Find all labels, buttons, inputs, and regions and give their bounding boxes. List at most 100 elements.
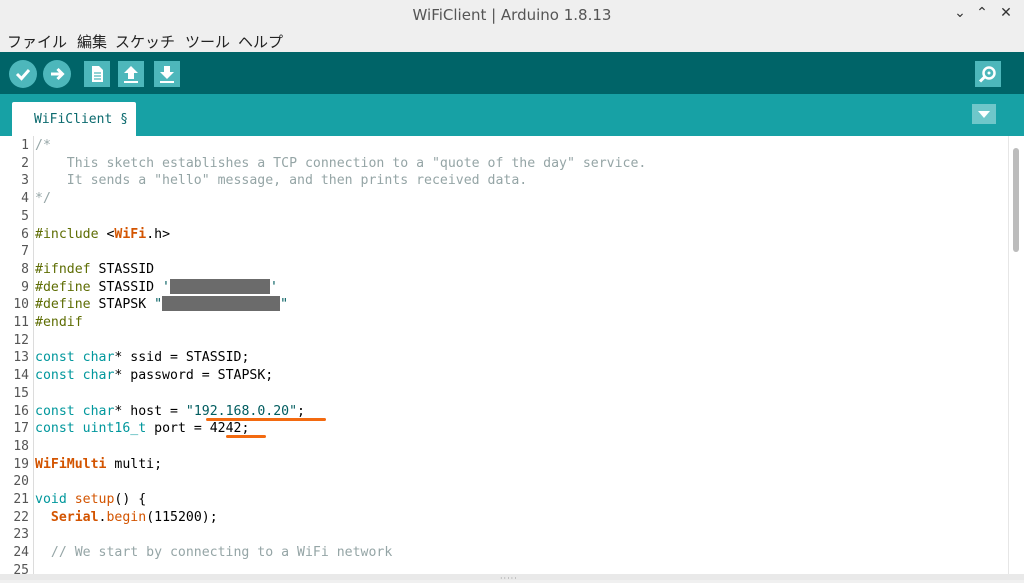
- code-token: uint16_t: [82, 421, 147, 437]
- code-token: setup: [74, 492, 115, 507]
- code-token: begin: [106, 509, 147, 525]
- window-title: WiFiClient | Arduino 1.8.13: [412, 6, 612, 24]
- code-token: WiFiMulti: [35, 456, 107, 472]
- code-token: ;: [297, 403, 305, 419]
- code-line: Serial.begin(115200);: [35, 509, 218, 527]
- code-token: port = 4242;: [146, 421, 250, 437]
- line-number: 15: [13, 385, 29, 401]
- verify-button[interactable]: [9, 60, 37, 88]
- verify-icon: [15, 69, 31, 81]
- save-button[interactable]: [154, 61, 180, 87]
- code-line: const char* ssid = STASSID;: [35, 349, 249, 367]
- line-number-gutter: 1 2 3 4 5 6 7 8 9 10 11 12 13 14 15 16 17 18 19 20 21 22 23 24 2…: [0, 136, 34, 574]
- resize-grip-icon[interactable]: ·····: [500, 574, 518, 583]
- line-number: 22: [13, 509, 29, 525]
- open-button[interactable]: [118, 61, 144, 87]
- code-token: ': [162, 279, 170, 295]
- line-number: 17: [13, 421, 29, 437]
- menu-bar: ファイル 編集 スケッチ ツール ヘルプ: [0, 30, 1024, 52]
- line-number: 23: [13, 527, 29, 543]
- line-number: 7: [21, 244, 29, 260]
- code-token: WiFi: [114, 226, 147, 242]
- title-bar: WiFiClient | Arduino 1.8.13 ⌄ ⌃ ✕: [0, 0, 1024, 30]
- line-number: 13: [13, 350, 29, 366]
- code-token: /*: [35, 138, 51, 153]
- new-sketch-button[interactable]: [84, 61, 110, 87]
- menu-sketch[interactable]: スケッチ: [115, 31, 175, 52]
- code-token: multi;: [106, 456, 163, 472]
- code-token: () {: [114, 492, 147, 507]
- code-line: #define STAPSK " ": [35, 296, 288, 314]
- vertical-scrollbar[interactable]: [1008, 136, 1024, 574]
- code-token: STASSID: [90, 279, 163, 295]
- minimize-button[interactable]: ⌄: [950, 5, 970, 21]
- line-number: 3: [21, 173, 29, 189]
- menu-help[interactable]: ヘルプ: [238, 31, 283, 52]
- code-token: * password = STAPSK;: [114, 368, 274, 384]
- code-token: #ifndef: [35, 261, 91, 277]
- status-bar: ·····: [0, 574, 1024, 583]
- code-token: ': [270, 279, 278, 295]
- code-line: WiFiMulti multi;: [35, 456, 162, 474]
- code-line: const char* password = STAPSK;: [35, 367, 273, 385]
- tab-wificlient[interactable]: WiFiClient §: [12, 102, 136, 136]
- code-token: #define: [35, 279, 91, 295]
- line-number: 19: [13, 456, 29, 472]
- code-editor[interactable]: 1 2 3 4 5 6 7 8 9 10 11 12 13 14 15 16 17 18 19 20 21 22 23 24 2…: [0, 136, 1008, 574]
- maximize-button[interactable]: ⌃: [972, 5, 992, 21]
- line-number: 9: [21, 279, 29, 295]
- code-line: const uint16_t port = 4242;: [35, 420, 249, 438]
- save-icon: [160, 66, 174, 83]
- menu-edit[interactable]: 編集: [77, 31, 107, 52]
- tab-bar: WiFiClient §: [0, 94, 1024, 136]
- code-token: * host =: [114, 403, 186, 419]
- line-number: 6: [21, 226, 29, 242]
- code-token: "192.168.0.20": [185, 403, 298, 419]
- close-button[interactable]: ✕: [996, 5, 1016, 21]
- line-number: 12: [13, 332, 29, 348]
- serial-monitor-icon: [978, 66, 996, 83]
- code-token: const: [35, 403, 75, 419]
- line-number: 14: [13, 368, 29, 384]
- code-line: #ifndef STASSID: [35, 261, 154, 279]
- code-token: #endif: [35, 315, 83, 330]
- host-highlight-underline: [206, 417, 326, 421]
- line-number: 4: [21, 191, 29, 207]
- menu-file[interactable]: ファイル: [7, 31, 67, 52]
- serial-monitor-button[interactable]: [975, 61, 1001, 87]
- scrollbar-thumb[interactable]: [1013, 148, 1019, 252]
- code-line: This sketch establishes a TCP connection…: [35, 155, 647, 173]
- line-number: 20: [13, 474, 29, 490]
- line-number: 18: [13, 438, 29, 454]
- code-line: // We start by connecting to a WiFi netw…: [35, 544, 392, 562]
- redacted-block: [170, 278, 270, 294]
- line-number: 8: [21, 261, 29, 277]
- code-line: #endif: [35, 314, 83, 332]
- tab-menu-button[interactable]: [972, 104, 996, 124]
- upload-button[interactable]: [43, 60, 71, 88]
- upload-icon: [51, 67, 65, 81]
- code-token: It sends a "hello" message, and then pri…: [35, 173, 528, 189]
- code-token: STAPSK: [90, 297, 155, 313]
- code-line: */: [35, 190, 51, 208]
- port-highlight-underline: [226, 435, 266, 439]
- line-number: 24: [13, 545, 29, 561]
- code-token: .h>: [146, 226, 171, 242]
- code-token: */: [35, 191, 51, 207]
- line-number: 10: [13, 297, 29, 313]
- code-token: char: [82, 350, 115, 366]
- code-line: #define STASSID ' ': [35, 278, 278, 297]
- code-token: This sketch establishes a TCP connection…: [35, 155, 647, 171]
- line-number: 5: [21, 208, 29, 224]
- code-token: char: [82, 403, 115, 419]
- line-number: 2: [21, 155, 29, 171]
- new-icon: [92, 66, 103, 82]
- code-line: #include <WiFi.h>: [35, 226, 170, 244]
- open-icon: [124, 66, 138, 83]
- menu-tools[interactable]: ツール: [185, 31, 230, 52]
- code-line: /*: [35, 137, 51, 155]
